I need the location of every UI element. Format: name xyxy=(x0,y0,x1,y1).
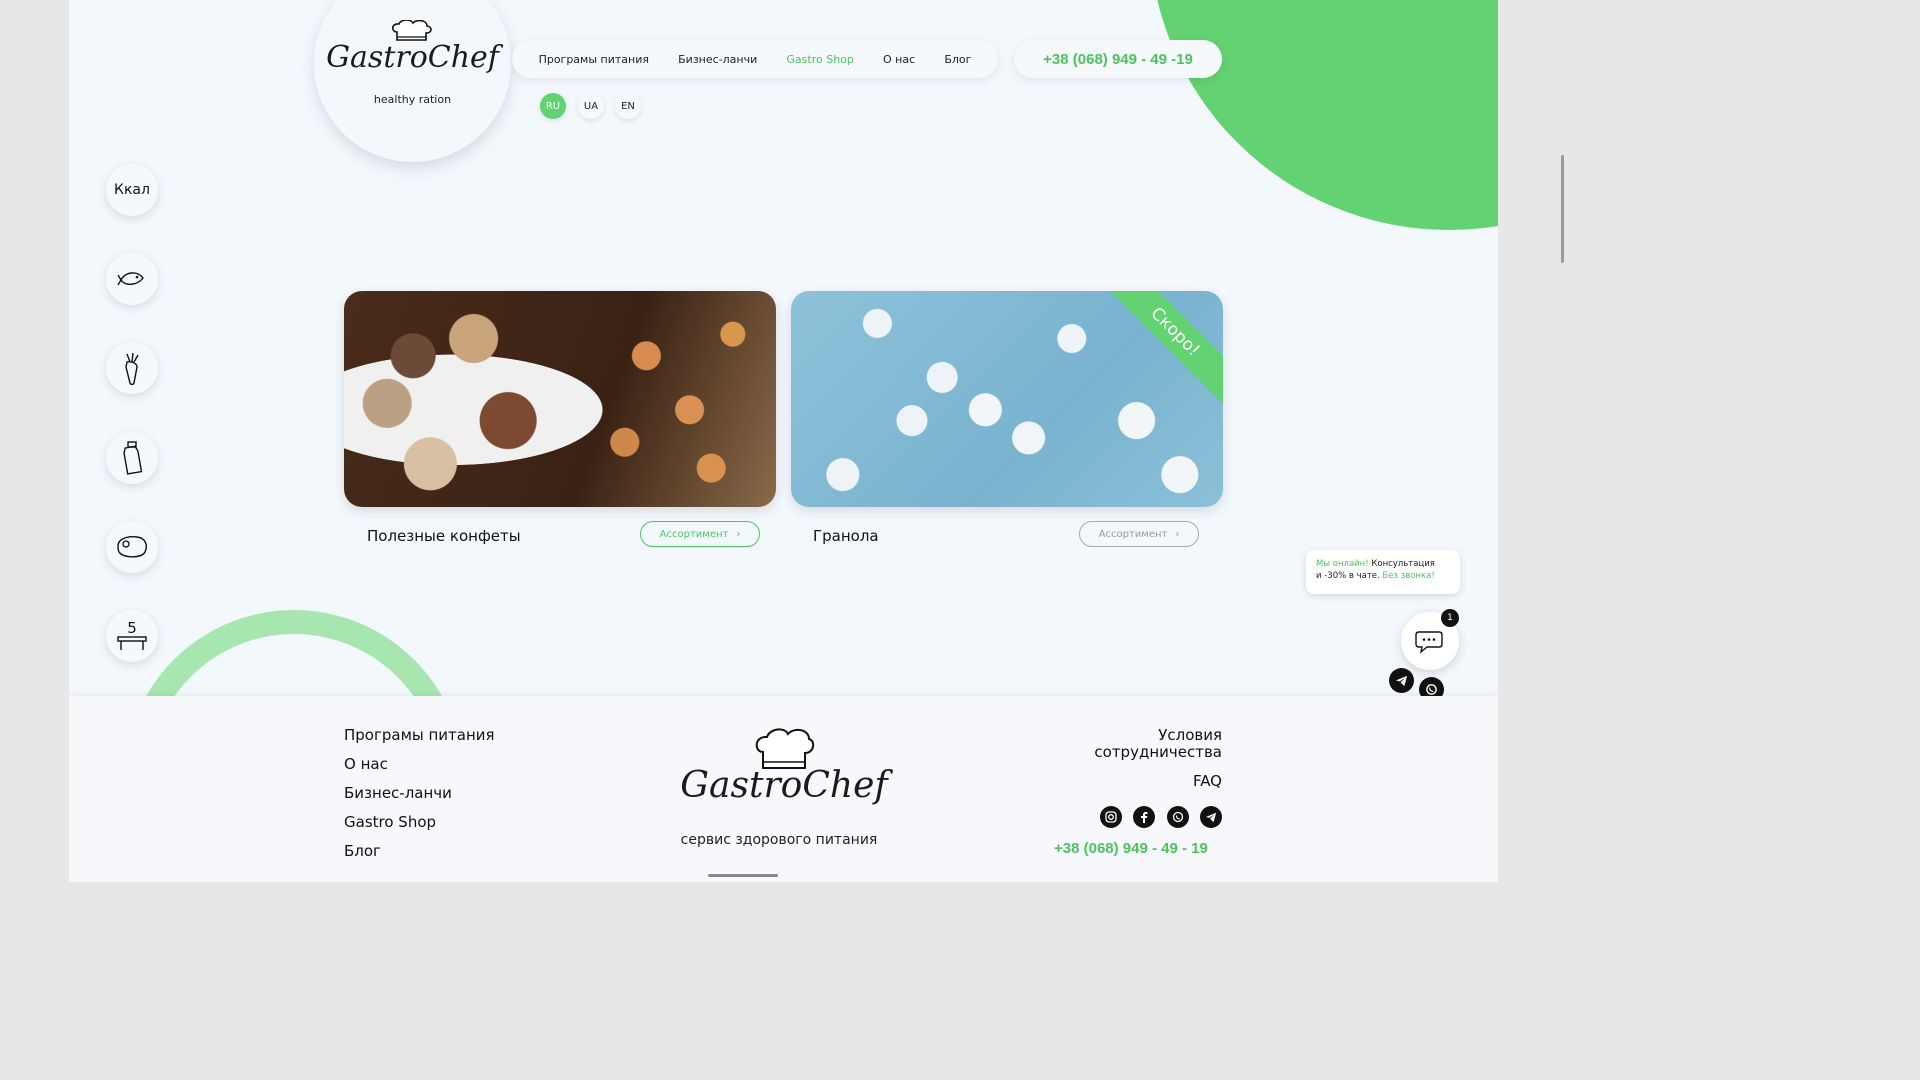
assortment-button-candies[interactable]: Ассортимент › xyxy=(640,521,760,547)
main-nav: Програмы питания Бизнес-ланчи Gastro Sho… xyxy=(512,40,998,78)
chevron-right-icon: › xyxy=(1175,528,1180,540)
chat-prompt[interactable]: Мы онлайн! Консультация и -30% в чате. Б… xyxy=(1306,550,1460,594)
kcal-label: Ккал xyxy=(114,182,150,198)
telegram-icon xyxy=(1205,812,1217,823)
carrot-icon xyxy=(125,352,139,385)
chat-online-text: Мы онлайн! xyxy=(1316,559,1369,569)
chat-icon xyxy=(1415,631,1443,654)
assortment-button-granola[interactable]: Ассортимент › xyxy=(1079,521,1199,547)
chat-discount-text: и -30% в чате. xyxy=(1316,571,1380,581)
filter-vegetable-button[interactable] xyxy=(106,342,158,394)
footer-link-terms[interactable]: Условия сотрудничества xyxy=(1094,727,1222,761)
header-phone[interactable]: +38 (068) 949 - 49 -19 xyxy=(1014,40,1222,78)
footer-logo-text: GastroChef xyxy=(680,765,888,806)
nav-item-gastro-shop[interactable]: Gastro Shop xyxy=(786,53,853,66)
product-title-granola: Гранола xyxy=(813,527,879,545)
bottle-icon xyxy=(123,441,143,475)
fish-icon xyxy=(117,272,144,286)
nav-item-blog[interactable]: Блог xyxy=(944,53,971,66)
product-image-candies[interactable] xyxy=(344,291,776,507)
chevron-right-icon: › xyxy=(736,528,741,540)
filter-drinks-button[interactable] xyxy=(106,432,158,484)
footer-link-gastro-shop[interactable]: Gastro Shop xyxy=(344,813,436,831)
filter-meals-count-button[interactable]: 5 xyxy=(106,610,158,662)
table-icon: 5 xyxy=(117,619,147,650)
nav-item-business-lunch[interactable]: Бизнес-ланчи xyxy=(678,53,757,66)
telegram-link[interactable] xyxy=(1200,806,1222,828)
window-scrollbar[interactable] xyxy=(1561,155,1564,263)
instagram-icon xyxy=(1105,811,1117,823)
lang-en[interactable]: EN xyxy=(615,93,641,119)
chef-hat-icon xyxy=(391,20,432,41)
terms-line-1: Условия xyxy=(1158,726,1222,744)
chat-no-call-text: Без звонка! xyxy=(1382,571,1435,581)
telegram-chat-button[interactable] xyxy=(1389,668,1414,693)
coming-soon-ribbon: Скоро! xyxy=(1099,291,1223,408)
filter-meat-button[interactable] xyxy=(106,521,158,573)
viber-icon xyxy=(1172,811,1184,823)
page: GastroChef healthy ration Програмы питан… xyxy=(69,0,1498,882)
footer-link-blog[interactable]: Блог xyxy=(344,842,381,860)
footer-link-programs[interactable]: Програмы питания xyxy=(344,726,495,744)
filter-kcal-button[interactable]: Ккал xyxy=(106,164,158,216)
logo[interactable]: GastroChef healthy ration xyxy=(314,0,511,162)
scroll-indicator xyxy=(708,874,778,877)
nav-item-about[interactable]: О нас xyxy=(883,53,915,66)
filter-fish-button[interactable] xyxy=(106,253,158,305)
terms-line-2: сотрудничества xyxy=(1094,743,1222,761)
decorative-green-circle xyxy=(1149,0,1498,230)
table-number: 5 xyxy=(127,619,137,637)
footer-link-faq[interactable]: FAQ xyxy=(1193,773,1222,790)
chat-unread-badge: 1 xyxy=(1441,609,1459,627)
footer-tagline: сервис здорового питания xyxy=(680,832,878,848)
lang-ru[interactable]: RU xyxy=(540,93,566,119)
instagram-link[interactable] xyxy=(1100,806,1122,828)
footer-link-about[interactable]: О нас xyxy=(344,755,388,773)
facebook-link[interactable] xyxy=(1133,806,1155,828)
viber-icon xyxy=(1426,684,1437,695)
facebook-icon xyxy=(1141,812,1148,823)
chat-consult-text: Консультация xyxy=(1371,559,1435,569)
logo-tagline: healthy ration xyxy=(373,93,452,106)
steak-icon xyxy=(117,536,147,558)
footer-phone[interactable]: +38 (068) 949 - 49 - 19 xyxy=(1054,840,1208,857)
telegram-icon xyxy=(1395,675,1408,687)
assortment-label: Ассортимент xyxy=(1098,528,1168,540)
footer-link-business-lunch[interactable]: Бизнес-ланчи xyxy=(344,784,452,802)
lang-ua[interactable]: UA xyxy=(578,93,604,119)
logo-text: GastroChef xyxy=(326,40,499,75)
nav-item-programs[interactable]: Програмы питания xyxy=(539,53,649,66)
assortment-label: Ассортимент xyxy=(659,528,729,540)
product-image-granola[interactable]: Скоро! xyxy=(791,291,1223,507)
viber-link[interactable] xyxy=(1167,806,1189,828)
product-title-candies: Полезные конфеты xyxy=(367,527,521,545)
